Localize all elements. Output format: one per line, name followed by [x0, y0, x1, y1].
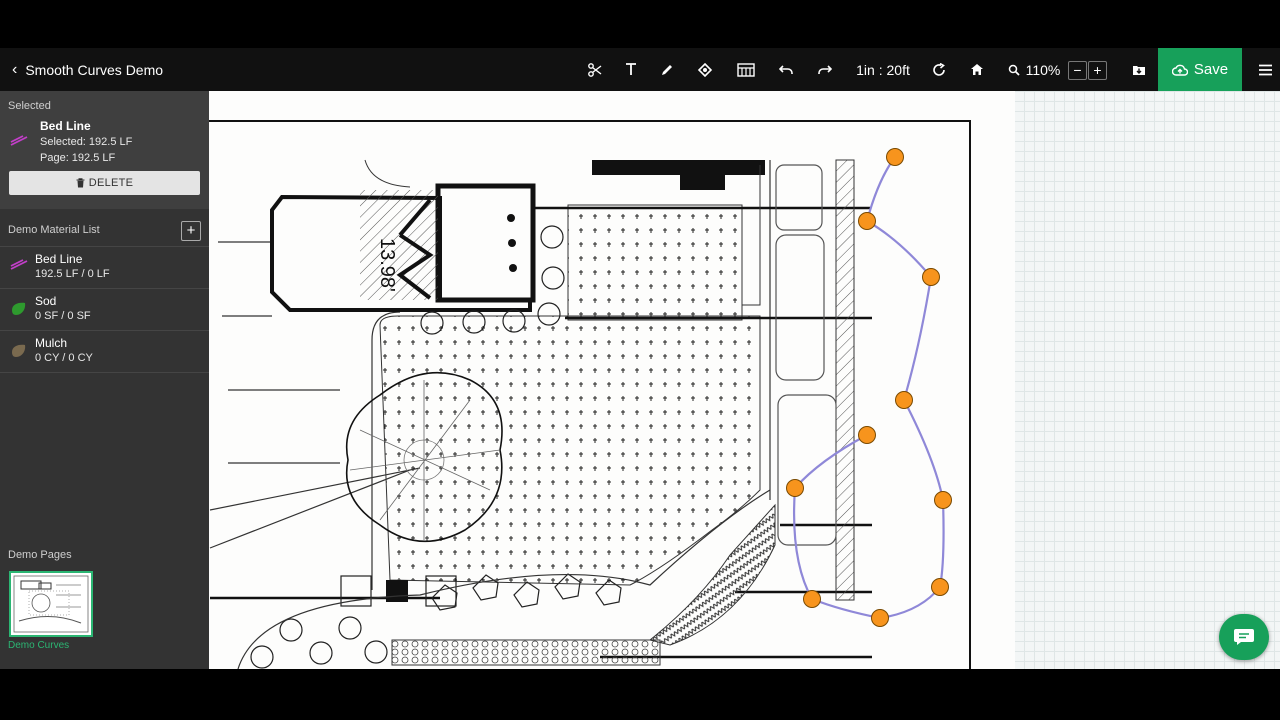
page-thumbnail[interactable] — [9, 571, 93, 637]
zoom-level: 110% — [1025, 61, 1061, 78]
chevron-left-icon: ‹ — [12, 60, 18, 78]
refresh-icon[interactable] — [928, 48, 950, 91]
pages-title: Demo Pages — [8, 549, 72, 561]
page-thumbnail-image — [13, 575, 89, 633]
scissors-icon[interactable] — [584, 48, 606, 91]
chat-button[interactable] — [1219, 614, 1269, 660]
bed-line-icon — [10, 259, 28, 270]
drawing-canvas[interactable]: 13.98' — [209, 91, 1280, 669]
site-plan-drawing: 13.98' — [209, 91, 1015, 669]
selected-value: Selected: 192.5 LF — [40, 136, 133, 148]
back-button[interactable]: ‹ Smooth Curves Demo — [12, 48, 163, 91]
cloud-upload-icon — [1171, 64, 1188, 76]
text-icon[interactable] — [620, 48, 642, 91]
sod-icon — [12, 302, 26, 315]
sidebar: Selected Bed Line Selected: 192.5 LF Pag… — [0, 91, 209, 669]
material-value: 0 CY / 0 CY — [35, 352, 93, 364]
material-name: Sod — [35, 294, 57, 308]
home-icon[interactable] — [966, 48, 988, 91]
color-picker-icon[interactable] — [694, 48, 716, 91]
scale-selector[interactable]: 1in : 20ft — [852, 48, 914, 91]
save-button[interactable]: Save — [1158, 48, 1242, 91]
material-item-bed-line[interactable]: Bed Line 192.5 LF / 0 LF — [0, 246, 209, 289]
zoom-out-button[interactable]: − — [1068, 61, 1087, 80]
zoom-in-button[interactable]: + — [1088, 61, 1107, 80]
material-item-mulch[interactable]: Mulch 0 CY / 0 CY — [0, 330, 209, 373]
dimension-label: 13.98' — [376, 238, 398, 292]
material-value: 0 SF / 0 SF — [35, 310, 91, 322]
menu-icon[interactable] — [1250, 48, 1280, 91]
material-item-sod[interactable]: Sod 0 SF / 0 SF — [0, 288, 209, 331]
add-material-button[interactable]: + — [181, 221, 201, 241]
page-value: Page: 192.5 LF — [40, 152, 116, 164]
selected-section-title: Selected — [8, 100, 51, 112]
trash-icon — [76, 178, 85, 188]
chat-icon — [1234, 629, 1254, 645]
delete-button[interactable]: DELETE — [9, 171, 200, 195]
material-name: Bed Line — [35, 252, 83, 266]
material-name: Mulch — [35, 336, 68, 350]
undo-icon[interactable] — [775, 48, 797, 91]
pencil-icon[interactable] — [656, 48, 678, 91]
material-value: 192.5 LF / 0 LF — [35, 268, 110, 280]
material-list-title: Demo Material List — [8, 224, 100, 236]
project-title: Smooth Curves Demo — [25, 61, 164, 78]
layers-icon[interactable] — [734, 48, 758, 91]
redo-icon[interactable] — [814, 48, 836, 91]
save-label: Save — [1193, 61, 1229, 78]
selected-panel: Selected Bed Line Selected: 192.5 LF Pag… — [0, 91, 209, 209]
download-icon[interactable] — [1128, 48, 1150, 91]
selected-item-name: Bed Line — [40, 119, 91, 133]
top-toolbar: ‹ Smooth Curves Demo 1in : 20ft 110% − +… — [0, 48, 1280, 91]
mulch-icon — [12, 344, 26, 357]
delete-label: DELETE — [88, 177, 134, 189]
page-label[interactable]: Demo Curves — [8, 640, 69, 651]
bed-line-icon — [10, 135, 28, 146]
zoom-icon — [1006, 48, 1022, 91]
